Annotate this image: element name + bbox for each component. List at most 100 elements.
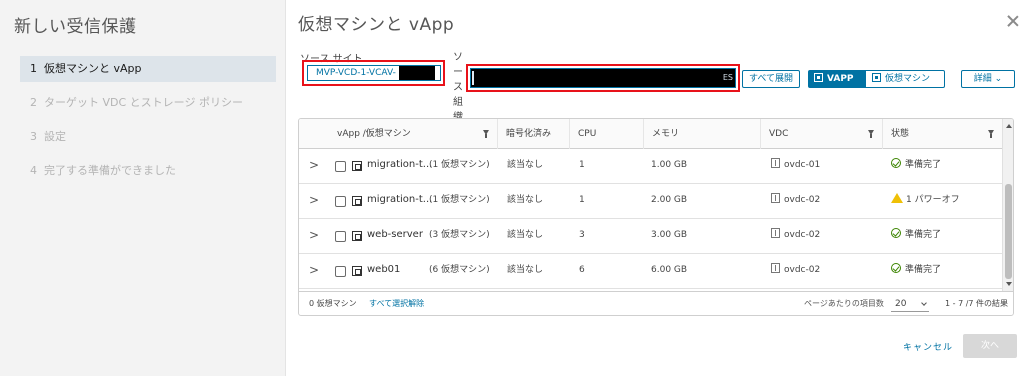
- check-circle-icon: [891, 263, 901, 273]
- cpu-cell: 3: [579, 230, 585, 240]
- cpu-cell: 1: [579, 195, 585, 205]
- row-checkbox[interactable]: [335, 161, 346, 172]
- vm-icon: [872, 73, 881, 82]
- wizard-step-label: 設定: [44, 130, 66, 143]
- cancel-button[interactable]: キャンセル: [903, 340, 953, 353]
- source-org-label: ソ ー ス 組 織: [453, 52, 463, 123]
- wizard-step-label: 完了する準備ができました: [44, 164, 176, 177]
- wizard-step-label: 仮想マシンと vApp: [44, 62, 142, 75]
- scroll-down-icon[interactable]: [1006, 282, 1012, 286]
- vm-count: (1 仮想マシン): [429, 160, 490, 170]
- vdc-icon: [771, 193, 780, 203]
- wizard-step-2[interactable]: 2 ターゲット VDC とストレージ ポリシー: [20, 90, 276, 116]
- close-icon[interactable]: [1006, 14, 1020, 28]
- row-checkbox[interactable]: [335, 231, 346, 242]
- vapp-icon: [352, 266, 362, 276]
- cpu-cell: 1: [579, 160, 585, 170]
- scroll-thumb[interactable]: [1005, 184, 1012, 279]
- vdc-icon: [771, 228, 780, 238]
- vapp-grid: vApp /仮想マシン 暗号化済み CPU メモリ VDC 状態 > migra…: [298, 118, 1014, 316]
- grid-scrollbar[interactable]: [1002, 119, 1013, 291]
- header-status[interactable]: 状態: [882, 119, 1002, 149]
- header-vdc[interactable]: VDC: [760, 119, 882, 149]
- vapp-name: migration-t...: [367, 159, 433, 170]
- expand-all-button[interactable]: すべて展開: [742, 70, 800, 88]
- selected-count: 0 仮想マシン: [309, 299, 357, 308]
- table-row[interactable]: > web-server (3 仮想マシン) 該当なし 3 3.00 GB ov…: [299, 219, 1002, 254]
- vdc-cell: ovdc-02: [771, 219, 820, 254]
- encrypted-cell: 該当なし: [507, 265, 544, 275]
- per-page-label: ページあたりの項目数: [804, 299, 884, 308]
- chevron-right-icon[interactable]: >: [309, 254, 319, 286]
- wizard-step-3[interactable]: 3 設定: [20, 124, 276, 150]
- redaction-mask: [399, 66, 435, 80]
- vm-count: (6 仮想マシン): [429, 265, 490, 275]
- result-count: 1 - 7 /7 件の結果: [945, 299, 1009, 308]
- memory-cell: 3.00 GB: [651, 230, 688, 240]
- per-page-select[interactable]: 20: [891, 297, 929, 312]
- status-cell: 準備完了: [891, 219, 941, 254]
- filter-icon[interactable]: [868, 130, 874, 138]
- chevron-right-icon[interactable]: >: [309, 219, 319, 251]
- table-row[interactable]: > migration-t... (1 仮想マシン) 該当なし 1 1.00 G…: [299, 149, 1002, 184]
- check-circle-icon: [891, 158, 901, 168]
- header-expander: [299, 119, 325, 149]
- header-memory[interactable]: メモリ: [643, 119, 760, 149]
- wizard-step-label: ターゲット VDC とストレージ ポリシー: [44, 96, 243, 109]
- vdc-cell: ovdc-02: [771, 184, 820, 219]
- status-cell: 準備完了: [891, 149, 941, 184]
- vdc-cell: ovdc-01: [771, 149, 820, 184]
- scroll-up-icon[interactable]: [1006, 124, 1012, 128]
- deselect-all-link[interactable]: すべて選択解除: [369, 292, 424, 315]
- wizard-step-4[interactable]: 4 完了する準備ができました: [20, 158, 276, 184]
- memory-cell: 6.00 GB: [651, 265, 688, 275]
- encrypted-cell: 該当なし: [507, 230, 544, 240]
- grid-header: vApp /仮想マシン 暗号化済み CPU メモリ VDC 状態: [299, 119, 1002, 149]
- vdc-icon: [771, 158, 780, 168]
- view-vm-button[interactable]: 仮想マシン: [865, 70, 945, 88]
- encrypted-cell: 該当なし: [507, 195, 544, 205]
- view-vapp-button[interactable]: VAPP: [808, 70, 865, 88]
- header-vapp[interactable]: vApp /仮想マシン: [325, 119, 497, 149]
- vapp-icon: [352, 196, 362, 206]
- cpu-cell: 6: [579, 265, 585, 275]
- row-checkbox[interactable]: [335, 266, 346, 277]
- vapp-name: migration-t...: [367, 194, 433, 205]
- check-circle-icon: [891, 228, 901, 238]
- chevron-down-icon: [921, 300, 927, 306]
- header-encrypted[interactable]: 暗号化済み: [497, 119, 569, 149]
- header-cpu[interactable]: CPU: [569, 119, 643, 149]
- chevron-right-icon[interactable]: >: [309, 184, 319, 216]
- chevron-down-icon: ⌄: [994, 74, 1003, 84]
- vapp-icon: [352, 231, 362, 241]
- chevron-right-icon[interactable]: >: [309, 149, 319, 181]
- table-row[interactable]: > web01 (6 仮想マシン) 該当なし 6 6.00 GB ovdc-02…: [299, 254, 1002, 289]
- source-org-select[interactable]: ES: [470, 68, 736, 88]
- vm-count: (1 仮想マシン): [429, 195, 490, 205]
- vm-count: (3 仮想マシン): [429, 230, 490, 240]
- details-button[interactable]: 詳細 ⌄: [961, 70, 1015, 88]
- vapp-icon: [814, 73, 823, 82]
- vdc-icon: [771, 263, 780, 273]
- vapp-icon: [352, 161, 362, 171]
- status-cell: 準備完了: [891, 254, 941, 289]
- wizard-sidebar: 新しい受信保護 1 仮想マシンと vApp 2 ターゲット VDC とストレージ ポ…: [0, 0, 286, 376]
- filter-icon[interactable]: [483, 130, 489, 138]
- vapp-name: web01: [367, 264, 401, 275]
- vapp-name: web-server: [367, 229, 423, 240]
- vdc-cell: ovdc-02: [771, 254, 820, 289]
- select-edge: [472, 71, 474, 85]
- wizard-title: 新しい受信保護: [14, 17, 137, 37]
- status-cell: 1 パワーオフ: [891, 184, 960, 219]
- table-row[interactable]: > migration-t... (1 仮想マシン) 該当なし 1 2.00 G…: [299, 184, 1002, 219]
- row-checkbox[interactable]: [335, 196, 346, 207]
- page-title: 仮想マシンと vApp: [298, 15, 455, 35]
- memory-cell: 1.00 GB: [651, 160, 688, 170]
- filter-icon[interactable]: [988, 130, 994, 138]
- grid-footer: 0 仮想マシン すべて選択解除 ページあたりの項目数 20 1 - 7 /7 件…: [299, 291, 1013, 315]
- memory-cell: 2.00 GB: [651, 195, 688, 205]
- encrypted-cell: 該当なし: [507, 160, 544, 170]
- warning-icon: [891, 193, 903, 203]
- next-button[interactable]: 次へ: [963, 334, 1017, 358]
- wizard-step-1[interactable]: 1 仮想マシンと vApp: [20, 56, 276, 82]
